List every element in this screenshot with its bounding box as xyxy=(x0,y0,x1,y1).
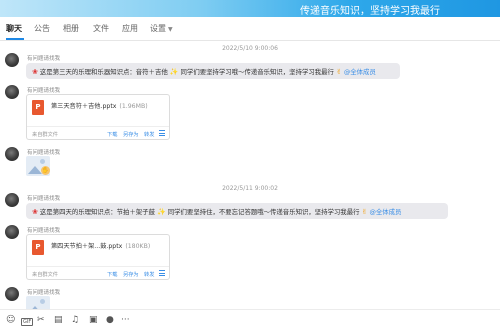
file-size: (1.96MB) xyxy=(119,103,148,110)
tab-settings[interactable]: 设置 ▼ xyxy=(150,23,173,34)
ppt-file-icon: P xyxy=(32,100,44,115)
sender-name: 有问题请找我 xyxy=(27,88,61,94)
ppt-file-icon: P xyxy=(32,240,44,255)
image-placeholder-icon xyxy=(40,299,45,304)
muscle-icon: ✌ xyxy=(335,68,342,76)
more-icon[interactable]: ··· xyxy=(121,315,130,325)
file-card[interactable]: P 第四天节拍＋架...鼓.pptx (180KB) 来自群文件 下载 另存为 转… xyxy=(26,234,170,280)
tab-apps[interactable]: 应用 xyxy=(122,23,138,34)
save-as-link[interactable]: 另存为 xyxy=(123,271,139,278)
image-placeholder-icon xyxy=(40,159,45,164)
file-name: 第三天音符＋吉他.pptx (1.96MB) xyxy=(51,101,148,110)
chevron-down-icon: ▼ xyxy=(168,26,173,33)
sender-name: 有问题请找我 xyxy=(27,228,61,234)
gif-icon[interactable]: GIF xyxy=(21,318,34,326)
group-header: 传递音乐知识，坚持学习我最行 xyxy=(0,0,500,17)
list-icon[interactable] xyxy=(159,130,165,136)
folder-icon[interactable]: ▤ xyxy=(54,315,63,325)
message-text-2: 同学们要坚持住，不要忘记答题哦～传递音乐知识，坚持学习我最行 xyxy=(167,208,360,216)
avatar[interactable] xyxy=(5,147,19,161)
scissors-icon[interactable]: ✂ xyxy=(37,315,45,325)
mention-all[interactable]: @全体成员 xyxy=(344,68,376,76)
avatar[interactable] xyxy=(5,225,19,239)
tab-album[interactable]: 相册 xyxy=(63,23,79,34)
avatar[interactable] xyxy=(5,193,19,207)
input-toolbar: ☺ GIF ✂ ▤ ♫ ▣ ● ··· xyxy=(0,309,500,333)
message-bubble[interactable]: ❀ 这是第三天的乐理和乐器知识点：音符＋吉他 ✨ 同学们要坚持学习哦～传递音乐知… xyxy=(26,63,400,79)
file-name-text: 第四天节拍＋架...鼓.pptx xyxy=(51,243,123,250)
sparkle-icon: ✨ xyxy=(169,68,179,76)
muscle-icon: ✌ xyxy=(361,208,368,216)
message-text: 这是第三天的乐理和乐器知识点：音符＋吉他 xyxy=(39,68,168,76)
sender-name: 有问题请找我 xyxy=(27,150,61,156)
avatar[interactable] xyxy=(5,53,19,67)
message-text-2: 同学们要坚持学习哦～传递音乐知识，坚持学习我最行 xyxy=(180,68,334,76)
mention-all[interactable]: @全体成员 xyxy=(369,208,401,216)
avatar[interactable] xyxy=(5,85,19,99)
download-link[interactable]: 下载 xyxy=(107,271,117,278)
wave-hand-icon: ✋ xyxy=(41,166,50,175)
sender-name: 有问题请找我 xyxy=(27,290,61,296)
file-name-text: 第三天音符＋吉他.pptx xyxy=(51,103,117,110)
image-message[interactable] xyxy=(26,296,50,309)
timestamp: 2022/5/10 9:00:06 xyxy=(222,45,278,52)
message-bubble[interactable]: ❀ 这是第四天的乐理知识点：节拍＋架子鼓 ✨ 同学们要坚持住，不要忘记答题哦～传… xyxy=(26,203,448,219)
mic-icon[interactable]: ● xyxy=(106,315,114,325)
file-source: 来自群文件 xyxy=(32,132,58,138)
forward-link[interactable]: 转发 xyxy=(144,131,154,138)
message-text: 这是第四天的乐理知识点：节拍＋架子鼓 xyxy=(39,208,155,216)
list-icon[interactable] xyxy=(159,270,165,276)
file-source: 来自群文件 xyxy=(32,272,58,278)
file-name: 第四天节拍＋架...鼓.pptx (180KB) xyxy=(51,241,150,250)
file-card[interactable]: P 第三天音符＋吉他.pptx (1.96MB) 来自群文件 下载 另存为 转发 xyxy=(26,94,170,140)
download-link[interactable]: 下载 xyxy=(107,131,117,138)
tab-chat[interactable]: 聊天 xyxy=(6,23,22,34)
music-icon[interactable]: ♫ xyxy=(71,315,79,325)
file-footer: 来自群文件 下载 另存为 转发 xyxy=(27,266,169,279)
tab-files[interactable]: 文件 xyxy=(93,23,109,34)
emoji-icon[interactable]: ☺ xyxy=(6,315,15,325)
tab-settings-label: 设置 xyxy=(150,24,166,33)
image-icon[interactable]: ▣ xyxy=(89,315,98,325)
sparkle-icon: ✨ xyxy=(157,208,166,216)
group-title: 传递音乐知识，坚持学习我最行 xyxy=(300,6,440,17)
sender-name: 有问题请找我 xyxy=(27,56,61,62)
file-size: (180KB) xyxy=(125,243,151,250)
active-tab-indicator xyxy=(6,38,24,40)
tab-announcement[interactable]: 公告 xyxy=(34,23,50,34)
tab-bar: 聊天 公告 相册 文件 应用 设置 ▼ xyxy=(0,17,500,41)
rose-icon: ❀ xyxy=(32,208,38,216)
chat-area[interactable]: 2022/5/10 9:00:06 有问题请找我 ❀ 这是第三天的乐理和乐器知识… xyxy=(0,41,500,309)
avatar[interactable] xyxy=(5,287,19,301)
image-mountain-shape xyxy=(28,166,42,174)
save-as-link[interactable]: 另存为 xyxy=(123,131,139,138)
timestamp: 2022/5/11 9:00:02 xyxy=(222,185,278,192)
sender-name: 有问题请找我 xyxy=(27,196,61,202)
file-footer: 来自群文件 下载 另存为 转发 xyxy=(27,126,169,139)
rose-icon: ❀ xyxy=(32,68,38,76)
forward-link[interactable]: 转发 xyxy=(144,271,154,278)
